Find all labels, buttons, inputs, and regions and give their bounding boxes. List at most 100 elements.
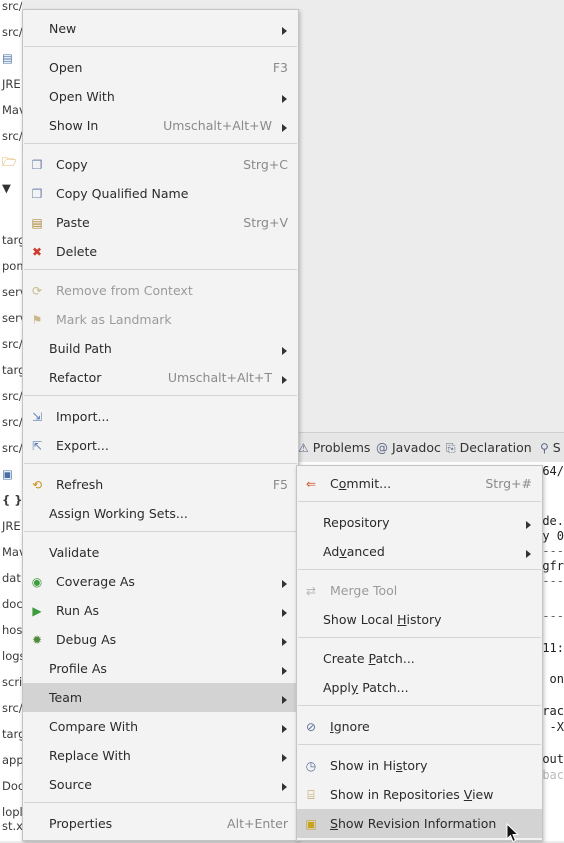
console-line: bac <box>542 768 564 782</box>
menu-item-show-in-history[interactable]: ◷ Show in History <box>297 751 542 780</box>
explorer-row[interactable]: scri <box>2 674 22 690</box>
menu-item-open[interactable]: Open F3 <box>23 53 298 82</box>
menu-item-new[interactable]: New <box>23 14 298 43</box>
tab-declaration[interactable]: ⎘ Declaration <box>446 440 532 456</box>
menu-item-build-path[interactable]: Build Path <box>23 334 298 363</box>
separator <box>24 46 297 47</box>
menu-item-refresh[interactable]: ⟲ Refresh F5 <box>23 470 298 499</box>
revision-info-icon: ▣ <box>305 817 317 831</box>
file-icon: ▤ <box>2 51 13 65</box>
menu-item-coverage-as[interactable]: ◉ Coverage As <box>23 567 298 596</box>
explorer-row[interactable]: doc <box>2 596 22 612</box>
menu-item-show-in[interactable]: Show In Umschalt+Alt+W <box>23 111 298 140</box>
explorer-row[interactable]: src/ <box>2 24 22 40</box>
explorer-row[interactable]: logs <box>2 648 22 664</box>
explorer-row[interactable]: app <box>2 752 22 768</box>
menu-item-show-local-history[interactable]: Show Local History <box>297 605 542 634</box>
explorer-row[interactable]: src/ <box>2 128 22 144</box>
tab-javadoc[interactable]: @ Javadoc <box>376 440 441 455</box>
explorer-row[interactable]: Mav <box>2 544 22 560</box>
menu-item-replace-with[interactable]: Replace With <box>23 741 298 770</box>
menu-item-debug-as[interactable]: ✹ Debug As <box>23 625 298 654</box>
submenu-arrow-icon <box>282 27 287 35</box>
menu-item-remove-from-context: ⟳ Remove from Context <box>23 276 298 305</box>
tab-problems[interactable]: ⚠ Problems <box>298 440 370 455</box>
explorer-row[interactable]: hos <box>2 622 22 638</box>
console-line: on <box>549 672 564 686</box>
javadoc-icon: @ <box>376 441 388 455</box>
menu-item-advanced[interactable]: Advanced <box>297 537 542 566</box>
menu-item-commit[interactable]: ⇐ Commit... Strg+# <box>297 469 542 498</box>
menu-item-import[interactable]: ⇲ Import... <box>23 402 298 431</box>
separator <box>298 501 541 502</box>
declaration-icon: ⎘ <box>446 441 456 455</box>
folder-open-icon: 🗁 <box>2 155 17 169</box>
menu-item-team[interactable]: Team <box>23 683 298 712</box>
menu-item-properties[interactable]: Properties Alt+Enter <box>23 809 298 838</box>
explorer-row[interactable]: st.xm <box>2 818 22 834</box>
explorer-row[interactable]: src/ <box>2 388 22 404</box>
explorer-row[interactable]: src/ <box>2 414 22 430</box>
separator <box>24 143 297 144</box>
paste-icon: ▤ <box>31 216 43 230</box>
console-line: -X <box>549 720 564 734</box>
explorer-row[interactable]: src/ <box>2 700 22 716</box>
explorer-row[interactable]: serv <box>2 284 22 300</box>
menu-item-validate[interactable]: Validate <box>23 538 298 567</box>
menu-item-mark-as-landmark: ⚑ Mark as Landmark <box>23 305 298 334</box>
explorer-row[interactable]: targ <box>2 726 22 742</box>
menu-item-source[interactable]: Source <box>23 770 298 799</box>
tab-more[interactable]: ⚲ S <box>540 440 561 455</box>
separator <box>298 744 541 745</box>
import-icon: ⇲ <box>31 410 43 424</box>
separator <box>24 531 297 532</box>
explorer-row[interactable]: serv <box>2 310 22 326</box>
separator <box>24 802 297 803</box>
menu-item-refactor[interactable]: Refactor Umschalt+Alt+T <box>23 363 298 392</box>
submenu-arrow-icon <box>282 725 287 733</box>
explorer-row[interactable]: pom <box>2 258 22 274</box>
git-repository-icon: ⌸ <box>307 788 315 802</box>
menu-item-copy[interactable]: ❐ Copy Strg+C <box>23 150 298 179</box>
menu-item-paste[interactable]: ▤ Paste Strg+V <box>23 208 298 237</box>
submenu-arrow-icon <box>526 550 531 558</box>
explorer-row[interactable]: dat <box>2 570 21 586</box>
views-tab-bar: ⚠ Problems @ Javadoc ⎘ Declaration ⚲ S <box>298 432 564 462</box>
menu-item-assign-working-sets[interactable]: Assign Working Sets... <box>23 499 298 528</box>
submenu-arrow-icon <box>282 376 287 384</box>
menu-item-compare-with[interactable]: Compare With <box>23 712 298 741</box>
menu-item-delete[interactable]: ✖ Delete <box>23 237 298 266</box>
explorer-row[interactable]: Doc <box>2 778 22 794</box>
explorer-row[interactable]: JRE <box>2 518 21 534</box>
menu-item-ignore[interactable]: ⊘ Ignore <box>297 712 542 741</box>
submenu-arrow-icon <box>282 667 287 675</box>
menu-item-run-as[interactable]: ▶ Run As <box>23 596 298 625</box>
menu-item-open-with[interactable]: Open With <box>23 82 298 111</box>
commit-icon: ⇐ <box>305 477 317 491</box>
menu-item-show-in-repositories-view[interactable]: ⌸ Show in Repositories View <box>297 780 542 809</box>
menu-item-copy-qualified-name[interactable]: ❐ Copy Qualified Name <box>23 179 298 208</box>
explorer-row[interactable]: targ <box>2 362 22 378</box>
problems-icon: ⚠ <box>298 441 309 455</box>
separator <box>24 269 297 270</box>
menu-item-create-patch[interactable]: Create Patch... <box>297 644 542 673</box>
menu-item-profile-as[interactable]: Profile As <box>23 654 298 683</box>
explorer-row[interactable]: src/ <box>2 336 22 352</box>
context-menu: New Open F3 Open With Show In Umschalt+A… <box>22 9 299 841</box>
explorer-row[interactable]: src/main/java <box>2 0 22 14</box>
explorer-row[interactable]: { } <box>2 492 22 508</box>
explorer-row[interactable]: src/ <box>2 440 22 456</box>
menu-item-apply-patch[interactable]: Apply Patch... <box>297 673 542 702</box>
menu-item-export[interactable]: ⇱ Export... <box>23 431 298 460</box>
project-explorer: src/main/java src/ ▤ JRE Mav src/ 🗁 ▼ ta… <box>0 0 22 841</box>
menu-item-repository[interactable]: Repository <box>297 508 542 537</box>
expand-arrow-icon[interactable]: ▼ <box>2 180 11 196</box>
explorer-row[interactable]: targ <box>2 232 22 248</box>
submenu-arrow-icon <box>282 609 287 617</box>
explorer-row[interactable]: JRE <box>2 76 21 92</box>
console-line: de. <box>542 514 564 528</box>
submenu-arrow-icon <box>526 521 531 529</box>
explorer-row[interactable]: Mav <box>2 102 22 118</box>
console-line: gfr <box>542 559 564 573</box>
separator <box>24 395 297 396</box>
